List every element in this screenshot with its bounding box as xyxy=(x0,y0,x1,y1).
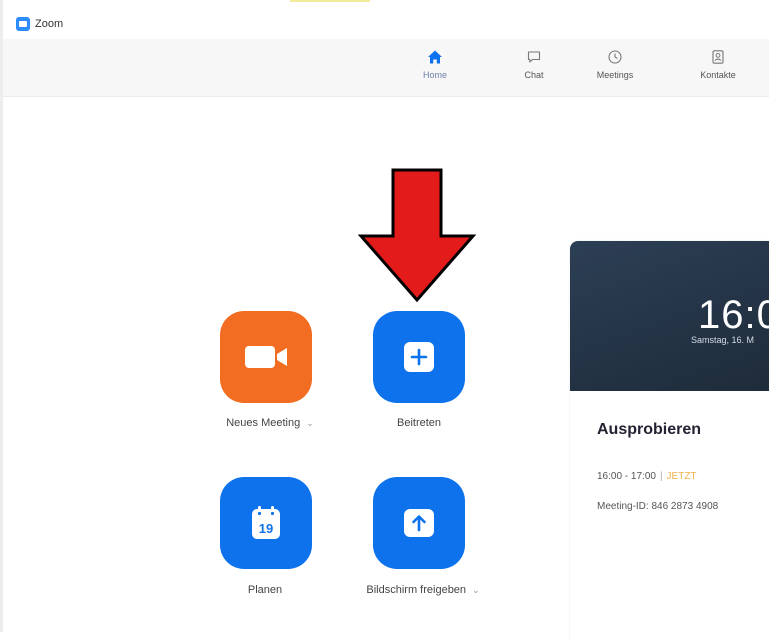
window-top-edge xyxy=(0,0,769,9)
clock-icon xyxy=(608,50,622,64)
share-up-arrow-icon xyxy=(404,509,434,537)
tab-contacts-label: Kontakte xyxy=(700,70,736,80)
card-header: 16:0 Samstag, 16. M xyxy=(570,241,769,391)
chevron-down-icon[interactable]: ⌄ xyxy=(306,418,314,428)
video-camera-icon xyxy=(245,346,287,368)
upcoming-meeting-card: 16:0 Samstag, 16. M Ausprobieren 16:00 -… xyxy=(570,241,769,641)
meeting-time-slot: 16:00 - 17:00 | JETZT xyxy=(597,471,697,482)
tab-chat-label: Chat xyxy=(524,70,544,80)
title-bar: Zoom xyxy=(3,9,769,39)
calendar-day: 19 xyxy=(259,521,273,536)
top-navigation: Home Chat Meetings Kontakte xyxy=(3,39,769,97)
red-down-arrow-icon xyxy=(358,168,476,303)
contacts-icon xyxy=(712,50,724,64)
join-label: Beitreten xyxy=(396,417,442,429)
meeting-title[interactable]: Ausprobieren xyxy=(597,421,701,439)
chevron-down-icon[interactable]: ⌄ xyxy=(472,585,480,595)
chat-bubble-icon xyxy=(527,51,541,63)
new-meeting-button[interactable] xyxy=(220,311,312,403)
share-screen-label[interactable]: Bildschirm freigeben ⌄ xyxy=(343,584,503,596)
tab-home[interactable]: Home xyxy=(400,49,470,91)
home-icon xyxy=(428,50,442,64)
current-date: Samstag, 16. M xyxy=(691,335,755,345)
window-top-accent xyxy=(290,0,370,2)
plus-icon xyxy=(404,342,434,372)
tab-meetings[interactable]: Meetings xyxy=(580,49,650,91)
share-screen-button[interactable] xyxy=(373,477,465,569)
status-badge: JETZT xyxy=(666,471,697,482)
tab-home-label: Home xyxy=(422,70,447,80)
tab-contacts[interactable]: Kontakte xyxy=(683,49,753,91)
schedule-label: Planen xyxy=(247,584,283,596)
schedule-button[interactable]: 19 xyxy=(220,477,312,569)
zoom-logo-icon xyxy=(16,17,30,31)
tab-meetings-label: Meetings xyxy=(596,70,634,80)
join-button[interactable] xyxy=(373,311,465,403)
new-meeting-label[interactable]: Neues Meeting ⌄ xyxy=(210,417,330,429)
meeting-id: Meeting-ID: 846 2873 4908 xyxy=(597,501,719,512)
window-title: Zoom xyxy=(35,18,64,30)
separator: | xyxy=(659,471,663,482)
tab-chat[interactable]: Chat xyxy=(499,49,569,91)
current-time: 16:0 xyxy=(698,293,769,337)
calendar-icon: 19 xyxy=(252,506,280,539)
